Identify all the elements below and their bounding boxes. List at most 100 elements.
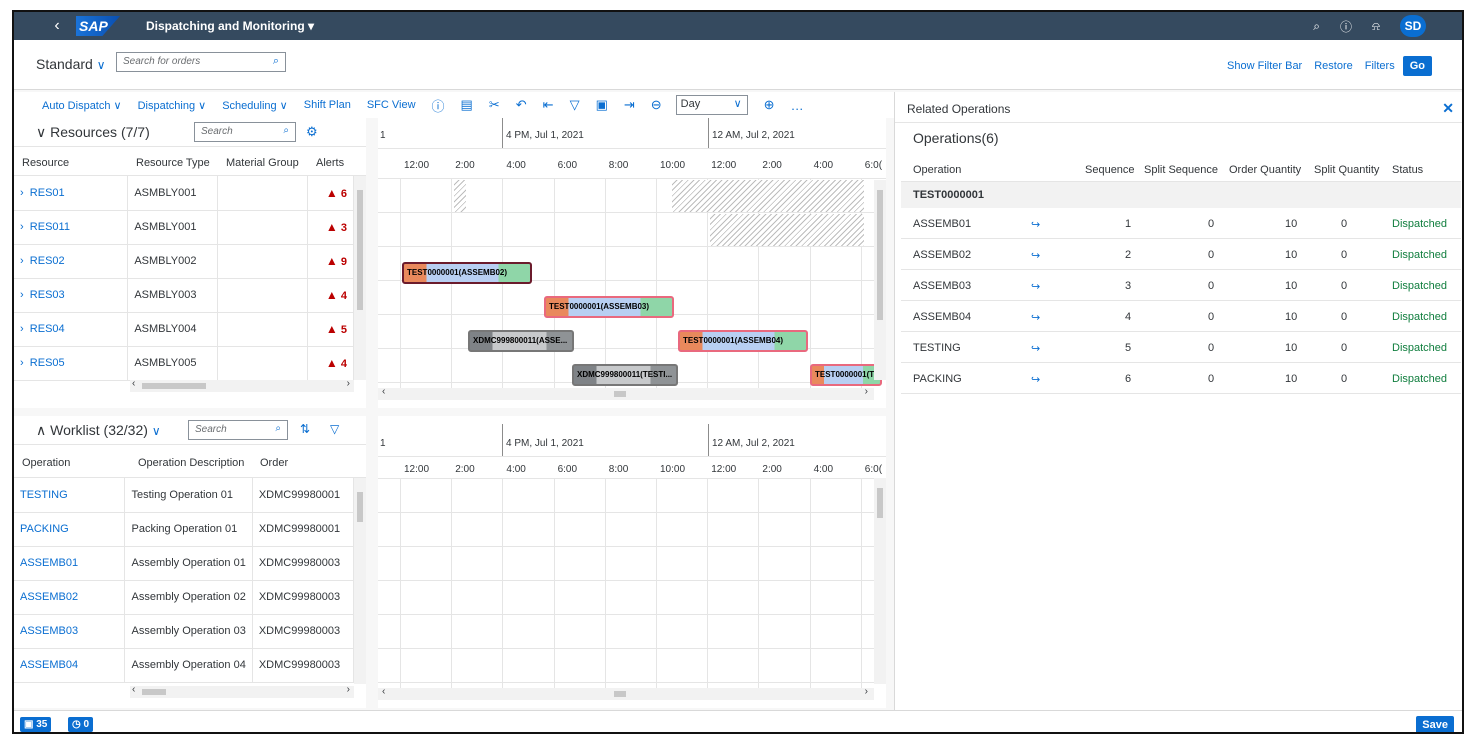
sfc-view-button[interactable]: SFC View <box>367 99 416 111</box>
gantt-bar[interactable]: XDMC999800011(ASSE... <box>468 330 574 352</box>
back-icon[interactable]: ‹ <box>42 17 72 35</box>
alerts-cell[interactable]: ▲ 5 <box>307 312 354 347</box>
gantt-bar[interactable]: TEST0000001(ASSEMB02) <box>402 262 532 284</box>
resources-search-input[interactable]: Search ⌕ <box>194 122 296 142</box>
search-icon[interactable]: ⌕ <box>1313 19 1320 34</box>
filter-icon[interactable]: ▽ <box>570 97 580 113</box>
calendar-icon[interactable]: ▣ <box>596 97 608 113</box>
expand-icon[interactable]: › <box>20 323 24 335</box>
scheduling-menu[interactable]: Scheduling ∨ <box>222 99 288 112</box>
worklist-row[interactable]: ASSEMB03 Assembly Operation 03 XDMC9998000… <box>14 614 355 649</box>
alerts-cell[interactable]: ▲ 6 <box>307 176 354 211</box>
col-resource-type[interactable]: Resource Type <box>136 157 210 169</box>
gantt-bar[interactable]: TEST0000001(ASSEMB03) <box>544 296 674 318</box>
gantt-bar[interactable]: TEST0000001(ASSEMB04) <box>678 330 808 352</box>
order-search-input[interactable]: Search for orders ⌕ <box>116 52 286 72</box>
restore-button[interactable]: Restore <box>1314 60 1353 72</box>
expand-icon[interactable]: › <box>20 289 24 301</box>
resource-id-cell[interactable]: › RES04 <box>14 312 129 347</box>
operation-row[interactable]: ASSEMB03 ↪ 3 0 10 0 Dispatched <box>901 270 1461 301</box>
show-filter-bar-button[interactable]: Show Filter Bar <box>1227 60 1302 72</box>
col-split-quantity[interactable]: Split Quantity <box>1314 164 1379 176</box>
resource-id-cell[interactable]: › RES01 <box>14 176 129 211</box>
gantt-bar[interactable]: XDMC999800011(TESTI... <box>572 364 678 386</box>
navigate-icon[interactable]: ↪ <box>1031 218 1040 231</box>
save-button[interactable]: Save <box>1416 716 1454 732</box>
search-icon[interactable]: ⌕ <box>283 125 289 136</box>
scroll-thumb[interactable] <box>142 689 166 695</box>
avatar[interactable]: SD <box>1400 15 1426 37</box>
operation-row[interactable]: ASSEMB01 ↪ 1 0 10 0 Dispatched <box>901 208 1461 239</box>
close-icon[interactable]: ✕ <box>1442 100 1454 117</box>
messages-button[interactable]: ▣ 35 <box>20 717 52 732</box>
operation-row[interactable]: ASSEMB04 ↪ 4 0 10 0 Dispatched <box>901 301 1461 332</box>
col-material-group[interactable]: Material Group <box>226 157 299 169</box>
worklist-row[interactable]: ASSEMB01 Assembly Operation 01 XDMC9998000… <box>14 546 355 581</box>
col-operation-description[interactable]: Operation Description <box>138 457 244 469</box>
operation-link[interactable]: ASSEMB02 <box>14 580 126 615</box>
navigate-icon[interactable]: ↪ <box>1031 311 1040 324</box>
expand-icon[interactable]: › <box>20 187 24 199</box>
scroll-thumb[interactable] <box>357 190 363 310</box>
col-split-sequence[interactable]: Split Sequence <box>1144 164 1218 176</box>
expand-icon[interactable]: › <box>20 357 24 369</box>
resource-id-cell[interactable]: › RES05 <box>14 346 129 381</box>
info-icon[interactable]: ⓘ <box>432 96 445 115</box>
operation-link[interactable]: ASSEMB04 <box>14 648 126 683</box>
help-icon[interactable]: ⓘ <box>1340 18 1352 35</box>
worklist-search-input[interactable]: Search ⌕ <box>188 420 288 440</box>
resources-scrollbar-h[interactable]: ‹ › <box>130 378 354 392</box>
gantt-scrollbar-v[interactable] <box>874 180 886 380</box>
scroll-right-icon[interactable]: › <box>865 386 868 397</box>
worklist-toggle[interactable]: ∧ Worklist (32/32) ∨ <box>36 422 161 439</box>
scroll-right-icon[interactable]: › <box>865 686 868 697</box>
operation-link[interactable]: TESTING <box>14 478 126 513</box>
more-icon[interactable]: … <box>791 98 804 113</box>
navigate-icon[interactable]: ↪ <box>1031 280 1040 293</box>
scroll-left-icon[interactable]: ‹ <box>382 386 385 397</box>
scroll-thumb[interactable] <box>614 391 626 397</box>
gantt-scrollbar-h[interactable]: ‹ › <box>378 686 874 700</box>
scroll-left-icon[interactable]: ‹ <box>132 684 135 695</box>
scroll-left-icon[interactable]: ‹ <box>382 686 385 697</box>
gantt-scrollbar-h[interactable]: ‹ › <box>378 386 874 400</box>
settings-icon[interactable]: ⚙ <box>306 124 318 140</box>
operation-row[interactable]: PACKING ↪ 6 0 10 0 Dispatched <box>901 363 1461 394</box>
operation-link[interactable]: PACKING <box>14 512 126 547</box>
col-order[interactable]: Order <box>260 457 288 469</box>
filters-button[interactable]: Filters <box>1365 60 1395 72</box>
scroll-thumb[interactable] <box>877 190 883 320</box>
auto-dispatch-menu[interactable]: Auto Dispatch ∨ <box>42 99 122 112</box>
zoom-in-icon[interactable]: ⊕ <box>764 97 775 113</box>
sort-icon[interactable]: ⇅ <box>300 422 310 436</box>
dispatching-menu[interactable]: Dispatching ∨ <box>138 99 207 112</box>
resource-id-cell[interactable]: › RES011 <box>14 210 129 245</box>
scroll-thumb[interactable] <box>142 383 206 389</box>
col-order-quantity[interactable]: Order Quantity <box>1229 164 1301 176</box>
scroll-thumb[interactable] <box>357 492 363 522</box>
operation-link[interactable]: ASSEMB01 <box>14 546 126 581</box>
operation-link[interactable]: ASSEMB03 <box>14 614 126 649</box>
worklist-row[interactable]: TESTING Testing Operation 01 XDMC99980001 <box>14 478 355 513</box>
go-button[interactable]: Go <box>1402 56 1432 76</box>
scroll-thumb[interactable] <box>614 691 626 697</box>
worklist-scrollbar-v[interactable] <box>354 478 366 684</box>
scroll-left-icon[interactable]: ‹ <box>132 378 135 389</box>
search-icon[interactable]: ⌕ <box>273 55 279 68</box>
shift-plan-button[interactable]: Shift Plan <box>304 99 351 111</box>
gantt-bar[interactable]: TEST0000001(T <box>810 364 882 386</box>
resource-id-cell[interactable]: › RES02 <box>14 244 129 279</box>
filter-icon[interactable]: ▽ <box>330 422 339 436</box>
resource-row[interactable]: › RES02 ASMBLY002 ▲ 9 <box>14 244 354 279</box>
search-icon[interactable]: ⌕ <box>275 423 281 434</box>
operation-row[interactable]: ASSEMB02 ↪ 2 0 10 0 Dispatched <box>901 239 1461 270</box>
worklist-row[interactable]: ASSEMB04 Assembly Operation 04 XDMC9998000… <box>14 648 355 683</box>
navigate-icon[interactable]: ↪ <box>1031 373 1040 386</box>
resource-row[interactable]: › RES011 ASMBLY001 ▲ 3 <box>14 210 354 245</box>
scroll-right-icon[interactable]: › <box>347 684 350 695</box>
col-sequence[interactable]: Sequence <box>1085 164 1135 176</box>
cut-icon[interactable]: ✂ <box>489 97 500 113</box>
operation-row[interactable]: TESTING ↪ 5 0 10 0 Dispatched <box>901 332 1461 363</box>
app-title-menu[interactable]: Dispatching and Monitoring ▾ <box>146 19 314 33</box>
worklist-row[interactable]: PACKING Packing Operation 01 XDMC99980001 <box>14 512 355 547</box>
